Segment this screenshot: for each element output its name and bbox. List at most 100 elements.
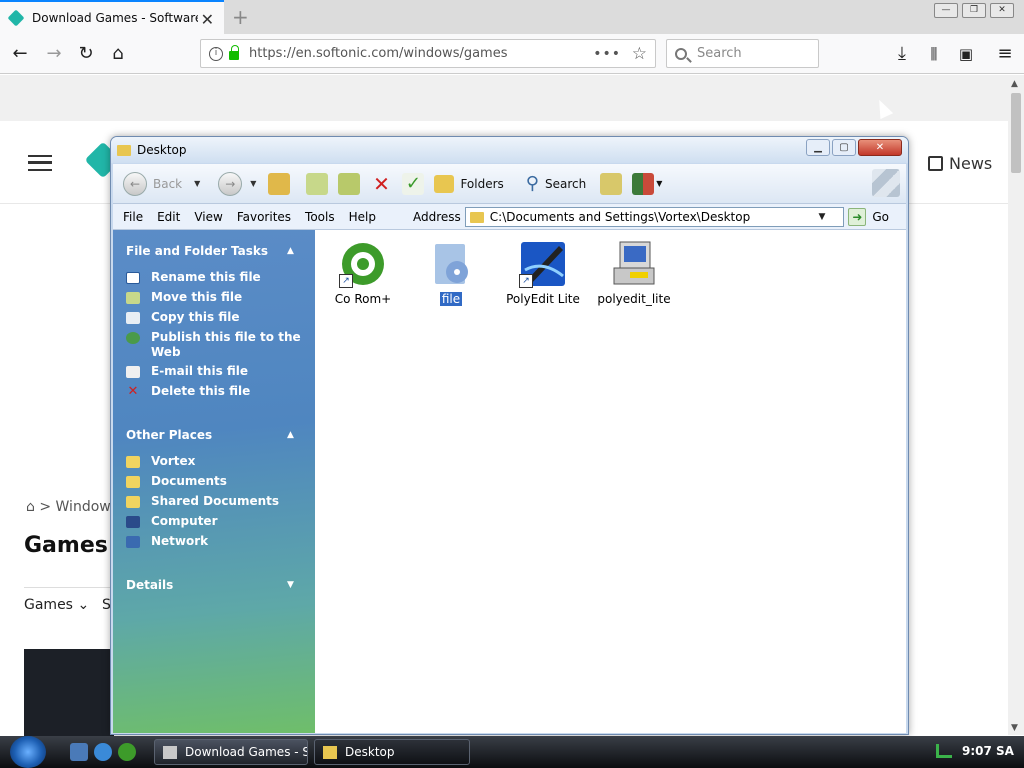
scroll-up-icon[interactable]: ▲ bbox=[1011, 79, 1018, 89]
properties-icon[interactable]: ✓ bbox=[402, 172, 425, 195]
desktop-item-file[interactable]: file bbox=[403, 234, 499, 306]
task-rename[interactable]: Rename this file bbox=[126, 270, 306, 285]
desktop-item-polyedit-installer[interactable]: polyedit_lite bbox=[586, 234, 682, 306]
address-dropdown-icon[interactable]: ▼ bbox=[818, 212, 825, 222]
desktop-item-corom[interactable]: ↗ Co Rom+ bbox=[315, 234, 411, 306]
search-button[interactable]: ⚲ Search bbox=[526, 169, 586, 199]
maximize-button[interactable]: ▢ bbox=[832, 139, 856, 156]
place-computer[interactable]: Computer bbox=[126, 514, 306, 529]
shortcut-arrow-icon: ↗ bbox=[519, 274, 533, 288]
menu-view[interactable]: View bbox=[194, 210, 222, 224]
site-menu-icon[interactable] bbox=[28, 155, 52, 171]
home-icon[interactable]: ⌂ bbox=[106, 42, 130, 66]
other-places-header[interactable]: Other Places bbox=[126, 428, 212, 442]
email-icon bbox=[126, 366, 140, 378]
place-documents[interactable]: Documents bbox=[126, 474, 306, 489]
collapse-arrow-icon[interactable]: ▲ bbox=[287, 430, 294, 440]
copy-to-icon[interactable] bbox=[338, 172, 361, 195]
folder-task-icon bbox=[323, 745, 337, 759]
downloads-icon[interactable]: ⤓ bbox=[890, 42, 914, 66]
task-move[interactable]: Move this file bbox=[126, 290, 306, 305]
task-email[interactable]: E-mail this file bbox=[126, 364, 306, 379]
address-input[interactable]: C:\Documents and Settings\Vortex\Desktop… bbox=[464, 207, 845, 227]
forward-button[interactable]: → ▼ bbox=[218, 169, 256, 199]
search-label: Search bbox=[544, 176, 587, 191]
go-arrow-icon: ➜ bbox=[848, 208, 867, 226]
minimize-button[interactable]: ▁ bbox=[806, 139, 830, 156]
expand-arrow-icon[interactable]: ▼ bbox=[287, 580, 294, 590]
taskbar-item-browser[interactable]: Download Games - S... bbox=[154, 739, 308, 765]
new-tab-button[interactable]: + bbox=[232, 5, 249, 29]
url-bar[interactable]: i https://en.softonic.com/windows/games … bbox=[200, 39, 656, 68]
details-header[interactable]: Details bbox=[126, 578, 173, 592]
task-copy-label: Copy this file bbox=[151, 310, 240, 324]
folders-button[interactable]: Folders bbox=[434, 169, 504, 199]
sidebar-toggle-icon[interactable]: ▣ bbox=[954, 42, 978, 66]
site-info-icon[interactable]: i bbox=[209, 46, 223, 61]
taskbar-item-desktop[interactable]: Desktop bbox=[314, 739, 470, 765]
browser-search-input[interactable]: Search bbox=[666, 39, 819, 68]
views-button[interactable]: ▼ bbox=[632, 169, 662, 199]
network-status-icon[interactable] bbox=[936, 744, 952, 758]
file-folder-tasks-header[interactable]: File and Folder Tasks bbox=[126, 244, 268, 258]
show-desktop-icon[interactable] bbox=[70, 743, 88, 761]
close-tab-icon[interactable]: ✕ bbox=[201, 10, 214, 29]
search-icon bbox=[675, 47, 687, 60]
place-shared-documents[interactable]: Shared Documents bbox=[126, 494, 306, 509]
documents-folder-icon bbox=[126, 476, 140, 488]
task-delete[interactable]: ✕ Delete this file bbox=[126, 384, 306, 399]
home-crumb-icon[interactable]: ⌂ bbox=[26, 499, 35, 515]
restore-window-button[interactable]: ❐ bbox=[962, 3, 986, 18]
menu-tools[interactable]: Tools bbox=[305, 210, 335, 224]
game-thumbnail[interactable] bbox=[24, 649, 114, 739]
menu-file[interactable]: File bbox=[123, 210, 143, 224]
desktop-item-polyedit[interactable]: ↗ PolyEdit Lite bbox=[495, 234, 591, 306]
explorer-title-bar[interactable]: Desktop ▁ ▢ ✕ bbox=[111, 137, 908, 163]
scroll-down-icon[interactable]: ▼ bbox=[1011, 723, 1018, 733]
close-button[interactable]: ✕ bbox=[858, 139, 902, 156]
back-button[interactable]: ← Back ▼ bbox=[123, 169, 200, 199]
task-delete-label: Delete this file bbox=[151, 384, 251, 398]
corom-quicklaunch-icon[interactable] bbox=[118, 743, 136, 761]
menu-favorites[interactable]: Favorites bbox=[237, 210, 291, 224]
collapse-arrow-icon[interactable]: ▲ bbox=[287, 246, 294, 256]
forward-history-arrow-icon[interactable]: ▼ bbox=[250, 179, 256, 188]
internet-explorer-icon[interactable] bbox=[94, 743, 112, 761]
back-arrow-icon[interactable]: ← bbox=[8, 42, 32, 66]
scrollbar-thumb[interactable] bbox=[1011, 93, 1021, 173]
hamburger-menu-icon[interactable]: ≡ bbox=[993, 42, 1017, 66]
forward-circle-icon: → bbox=[218, 171, 243, 196]
bookmark-star-icon[interactable]: ☆ bbox=[632, 44, 647, 64]
menu-help[interactable]: Help bbox=[349, 210, 376, 224]
minimize-window-button[interactable]: — bbox=[934, 3, 958, 18]
task-email-label: E-mail this file bbox=[151, 364, 249, 378]
installer-icon bbox=[610, 240, 658, 288]
place-vortex[interactable]: Vortex bbox=[126, 454, 306, 469]
start-button[interactable] bbox=[10, 736, 46, 768]
place-network[interactable]: Network bbox=[126, 534, 306, 549]
move-to-icon[interactable] bbox=[306, 172, 329, 195]
breadcrumb-text[interactable]: > Window bbox=[39, 499, 110, 515]
games-dropdown[interactable]: Games ⌄ bbox=[24, 597, 89, 613]
task-copy[interactable]: Copy this file bbox=[126, 310, 306, 325]
browser-tab-active[interactable]: Download Games - Software fo ✕ bbox=[0, 0, 224, 34]
reload-icon[interactable]: ↻ bbox=[74, 42, 98, 66]
forward-arrow-icon[interactable]: → bbox=[42, 42, 66, 66]
news-link[interactable]: News bbox=[928, 154, 992, 173]
page-scrollbar[interactable]: ▲ ▼ bbox=[1008, 75, 1024, 735]
explorer-toolbar: ← Back ▼ → ▼ ✕ ✓ Folders ⚲ Search ▼ bbox=[113, 164, 906, 204]
library-icon[interactable]: ⫼ bbox=[922, 42, 946, 66]
up-folder-icon[interactable] bbox=[268, 172, 291, 195]
back-history-arrow-icon[interactable]: ▼ bbox=[194, 179, 200, 188]
delete-icon[interactable]: ✕ bbox=[370, 173, 392, 195]
page-actions-icon[interactable]: ••• bbox=[593, 46, 621, 62]
go-button[interactable]: ➜ Go bbox=[848, 208, 903, 226]
taskbar-item-label: Desktop bbox=[345, 745, 395, 759]
menu-edit[interactable]: Edit bbox=[157, 210, 180, 224]
url-text[interactable]: https://en.softonic.com/windows/games bbox=[249, 46, 508, 61]
copy-icon bbox=[126, 312, 140, 324]
clock[interactable]: 9:07 SA bbox=[962, 744, 1014, 758]
close-window-button[interactable]: ✕ bbox=[990, 3, 1014, 18]
folder-options-icon[interactable] bbox=[600, 172, 623, 195]
task-publish[interactable]: Publish this file to the Web bbox=[126, 330, 306, 360]
